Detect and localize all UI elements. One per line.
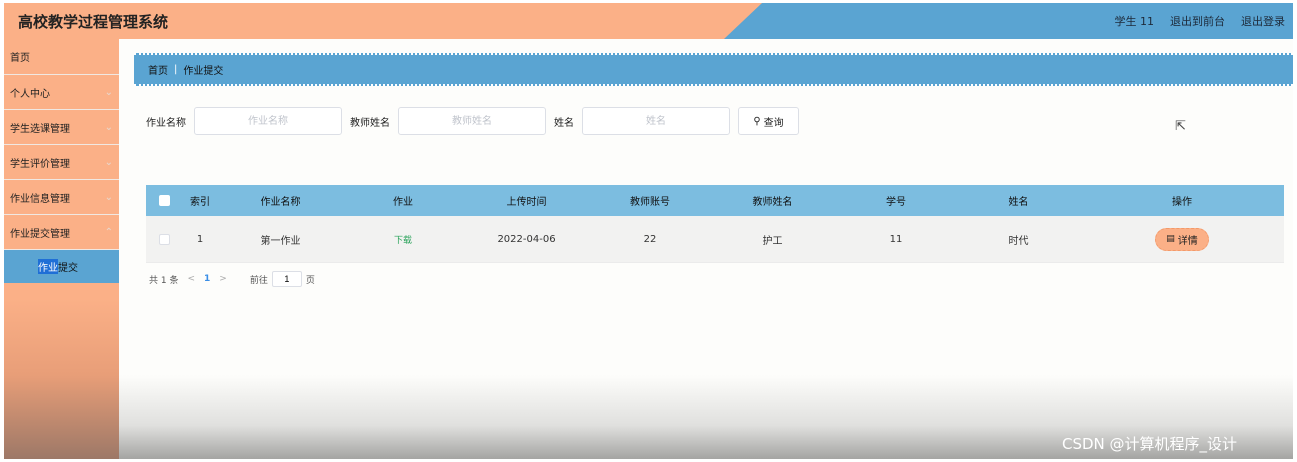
current-user: 学生 11 xyxy=(1114,15,1155,28)
search-icon: ⚲ xyxy=(753,115,761,127)
detail-button[interactable]: ▤ 详情 xyxy=(1155,227,1209,251)
select-all-checkbox[interactable] xyxy=(158,195,170,206)
search-button[interactable]: ⚲ 查询 xyxy=(738,107,799,135)
student-name-label: 姓名 xyxy=(554,117,574,129)
select-all-cell xyxy=(146,195,182,206)
column-header: 学号 xyxy=(886,197,906,208)
chevron-down-icon: ⌄ xyxy=(104,121,113,133)
detail-button-label: 详情 xyxy=(1177,235,1198,247)
cell-homework-name: 第一作业 xyxy=(260,235,301,247)
cell-teacher-account: 22 xyxy=(643,233,657,245)
row-select-cell xyxy=(146,233,182,245)
submenu-homework-submit[interactable]: 作业 提交 xyxy=(4,250,119,283)
document-icon: ▤ xyxy=(1166,234,1175,244)
breadcrumb: 首页 | 作业提交 xyxy=(134,53,1293,86)
chevron-down-icon: ⌄ xyxy=(104,191,113,203)
sidebar: 首页 个人中心 ⌄ 学生选课管理 ⌄ 学生评价管理 ⌄ 作业信息管理 ⌄ 作业提… xyxy=(4,39,119,459)
breadcrumb-current: 作业提交 xyxy=(183,66,224,77)
homework-name-input[interactable] xyxy=(194,107,342,135)
submenu-text: 提交 xyxy=(58,263,78,274)
cell-index: 1 xyxy=(196,233,204,245)
logout-link[interactable]: 退出登录 xyxy=(1241,13,1285,29)
teacher-name-input[interactable] xyxy=(398,107,546,135)
cell-actions: ▤ 详情 xyxy=(1080,227,1284,251)
submission-table: 索引 作业名称 作业 上传时间 教师账号 教师姓名 学号 姓名 操作 1 第一作… xyxy=(146,185,1284,263)
homework-name-label: 作业名称 xyxy=(146,117,186,129)
sidebar-item-label: 作业提交管理 xyxy=(10,228,70,240)
row-checkbox[interactable] xyxy=(158,233,170,245)
student-name-input[interactable] xyxy=(582,107,730,135)
cell-student-id: 11 xyxy=(889,233,903,245)
sidebar-item-personal-center[interactable]: 个人中心 ⌄ xyxy=(4,75,119,110)
breadcrumb-home[interactable]: 首页 xyxy=(148,62,168,77)
search-form: 作业名称 教师姓名 姓名 ⚲ 查询 xyxy=(146,106,799,136)
sidebar-item-course-selection[interactable]: 学生选课管理 ⌄ xyxy=(4,110,119,145)
current-page-number[interactable]: 1 xyxy=(204,274,210,284)
sidebar-item-label: 学生评价管理 xyxy=(10,158,70,170)
sidebar-item-homework-info[interactable]: 作业信息管理 ⌄ xyxy=(4,180,119,215)
cell-upload-time: 2022-04-06 xyxy=(497,233,556,245)
table-header-row: 索引 作业名称 作业 上传时间 教师账号 教师姓名 学号 姓名 操作 xyxy=(146,185,1284,216)
teacher-name-label: 教师姓名 xyxy=(350,117,390,129)
pagination-total: 共 1 条 xyxy=(149,275,179,286)
submenu-highlight-text: 作业 xyxy=(38,259,58,274)
sidebar-item-label: 个人中心 xyxy=(10,88,50,100)
chevron-down-icon: ⌄ xyxy=(104,156,113,168)
download-link[interactable]: 下载 xyxy=(394,236,412,246)
cell-student-name: 时代 xyxy=(1008,235,1029,247)
breadcrumb-separator: | xyxy=(174,64,178,75)
header-actions: 学生 11 退出到前台 退出登录 xyxy=(1115,13,1294,29)
column-header: 作业 xyxy=(393,197,413,208)
cell-homework: 下载 xyxy=(343,233,463,246)
column-header: 上传时间 xyxy=(506,197,547,208)
top-header: 高校教学过程管理系统 学生 11 退出到前台 退出登录 xyxy=(4,3,1293,39)
next-page-icon[interactable]: > xyxy=(219,274,227,284)
back-to-front-link[interactable]: 退出到前台 xyxy=(1170,13,1225,29)
column-header: 姓名 xyxy=(1008,197,1029,208)
app-frame: 高校教学过程管理系统 学生 11 退出到前台 退出登录 首页 个人中心 ⌄ 学生… xyxy=(4,3,1293,459)
mouse-cursor-icon: ⇱ xyxy=(1175,119,1186,134)
app-title: 高校教学过程管理系统 xyxy=(18,13,169,31)
sidebar-item-label: 学生选课管理 xyxy=(10,123,70,135)
sidebar-item-label: 首页 xyxy=(10,53,30,64)
sidebar-item-label: 作业信息管理 xyxy=(10,193,70,205)
column-header: 作业名称 xyxy=(260,197,301,208)
chevron-up-icon: ⌃ xyxy=(104,226,113,238)
page-suffix: 页 xyxy=(305,275,315,286)
prev-page-icon[interactable]: < xyxy=(187,274,195,284)
goto-label: 前往 xyxy=(249,275,268,286)
column-header: 教师账号 xyxy=(630,197,670,208)
chevron-down-icon: ⌄ xyxy=(104,86,113,98)
main-content: 首页 | 作业提交 作业名称 教师姓名 姓名 ⚲ 查询 索引 作业名称 作 xyxy=(119,39,1293,459)
sidebar-item-home[interactable]: 首页 xyxy=(4,39,119,75)
watermark: CSDN @计算机程序_设计 xyxy=(1062,435,1238,453)
sidebar-item-student-evaluation[interactable]: 学生评价管理 ⌄ xyxy=(4,145,119,180)
page-jump-input[interactable] xyxy=(271,271,302,287)
cell-teacher-name: 护工 xyxy=(762,235,783,247)
column-header: 教师姓名 xyxy=(752,197,793,208)
sidebar-item-homework-submission[interactable]: 作业提交管理 ⌃ xyxy=(4,215,119,250)
column-header: 索引 xyxy=(190,197,210,208)
pagination: 共 1 条 < 1 > 前往 页 xyxy=(149,271,315,287)
column-header: 操作 xyxy=(1172,197,1192,208)
table-row: 1 第一作业 下载 2022-04-06 22 护工 11 时代 ▤ 详情 xyxy=(146,216,1284,263)
search-button-label: 查询 xyxy=(763,117,784,129)
